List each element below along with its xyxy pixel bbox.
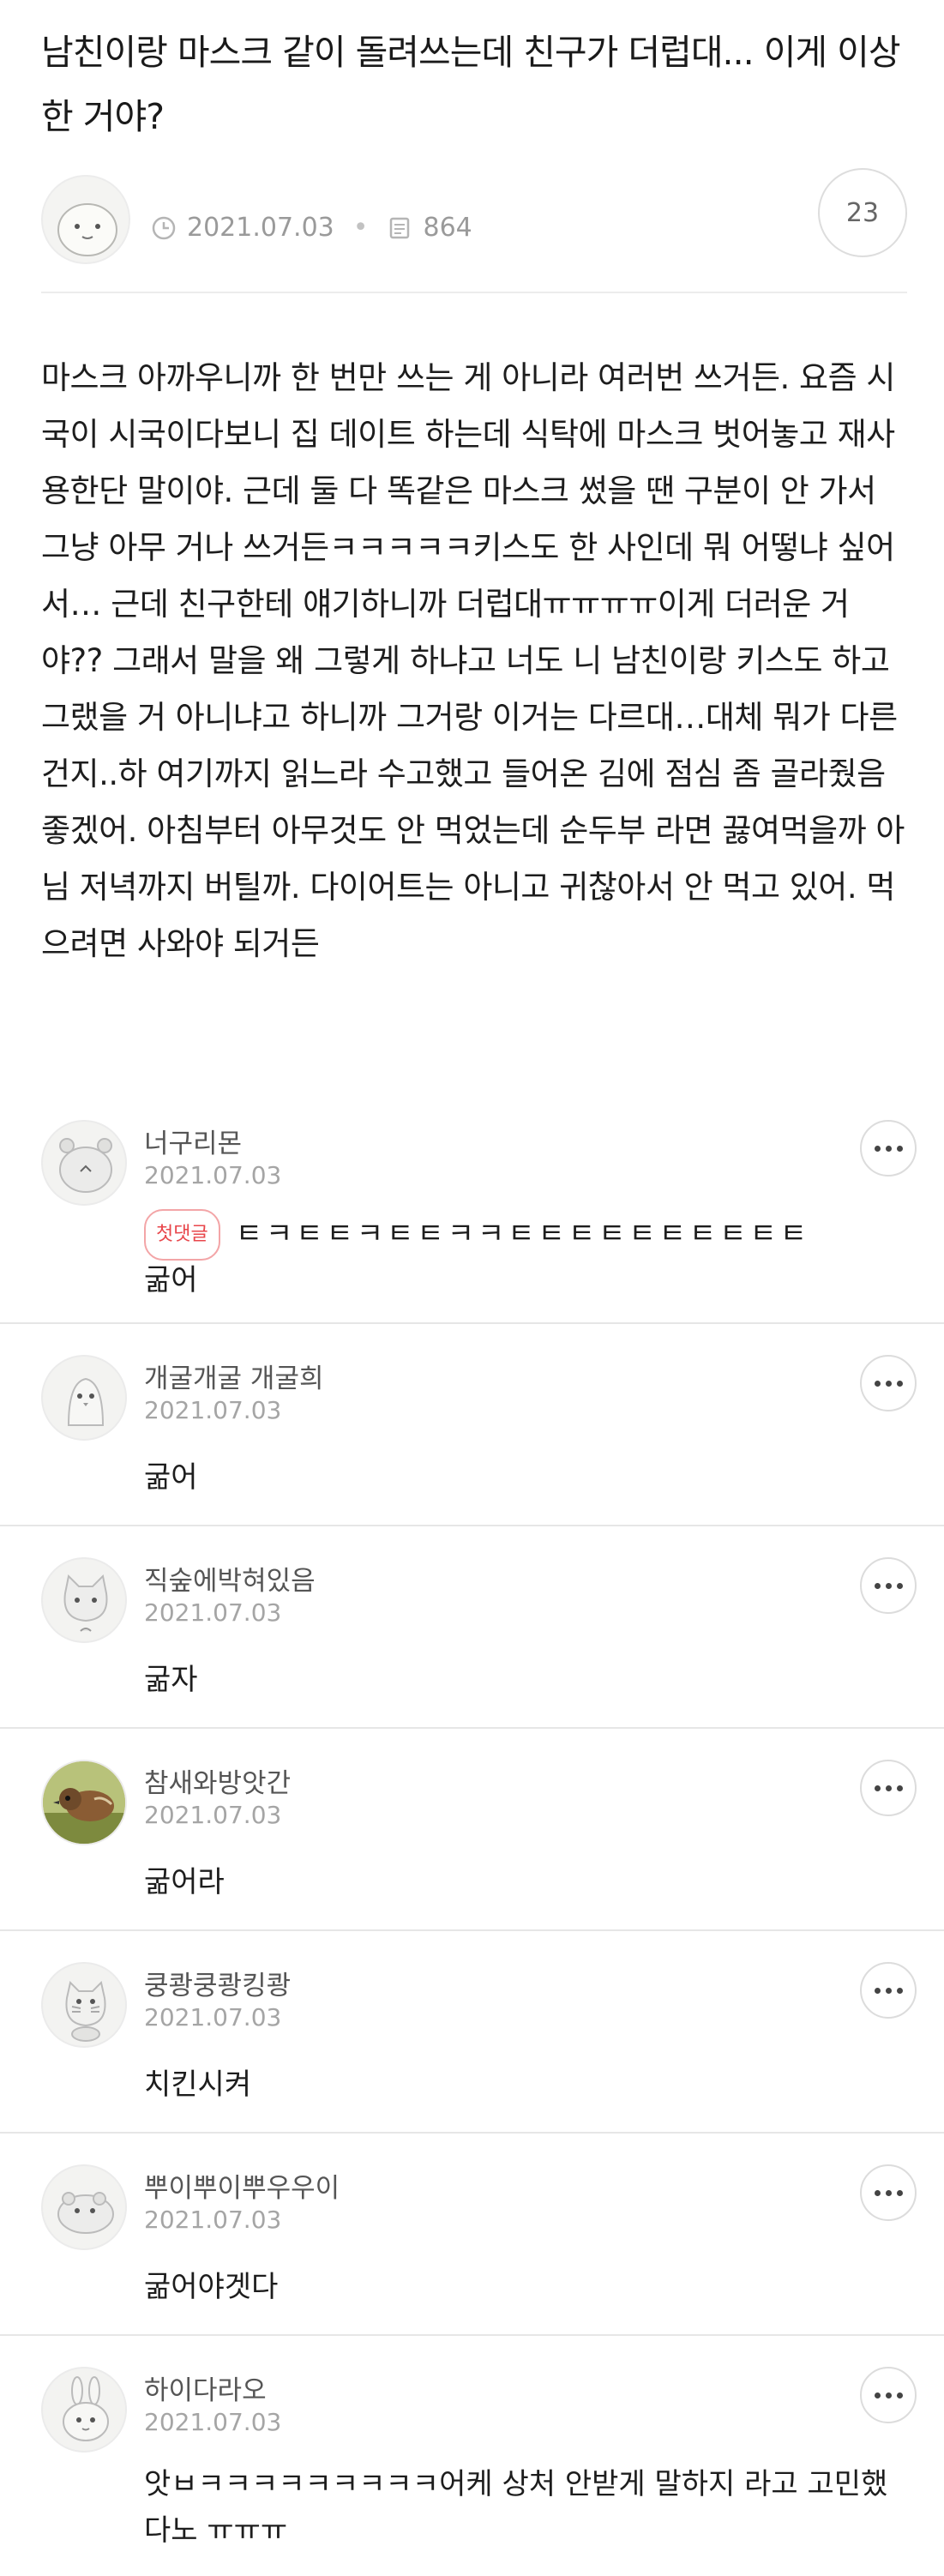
comment-date: 2021.07.03: [144, 1598, 282, 1627]
post-views: 864: [423, 213, 472, 243]
comment-text: 치킨시켜: [144, 2067, 252, 2102]
comment-author[interactable]: 쿵쾅쿵쾅킹쾅: [144, 1964, 291, 2002]
comment-date: 2021.07.03: [144, 1801, 282, 1829]
hamster-avatar[interactable]: [41, 2164, 127, 2250]
rabbit-avatar[interactable]: [41, 2367, 127, 2453]
comment-text: 굶어라: [144, 1865, 225, 1899]
squirrel-avatar[interactable]: [41, 1962, 127, 2048]
comment-item: 뿌이뿌이뿌우우이 2021.07.03 굶어야겟다: [0, 2134, 944, 2336]
views-icon: [387, 215, 412, 241]
raccoon-avatar[interactable]: [41, 1120, 127, 1206]
post-date: 2021.07.03: [187, 213, 334, 243]
more-options-button[interactable]: [860, 2367, 917, 2423]
meta-separator: •: [352, 213, 369, 243]
comment-date: 2021.07.03: [144, 2206, 282, 2234]
comment-text: 굶자: [144, 1663, 198, 1697]
comment-date: 2021.07.03: [144, 1161, 282, 1189]
comment-date: 2021.07.03: [144, 2408, 282, 2436]
more-options-button[interactable]: [860, 2164, 917, 2221]
comment-item: 하이다라오 2021.07.03 앗ㅂㅋㅋㅋㅋㅋㅋㅋㅋㅋ어케 상처 안받게 말하…: [0, 2336, 944, 2576]
comment-author[interactable]: 하이다라오: [144, 2368, 267, 2407]
comment-text: 굶어: [144, 1263, 198, 1297]
comment-date: 2021.07.03: [144, 1396, 282, 1424]
comment-item: 개굴개굴 개굴희 2021.07.03 굶어: [0, 1324, 944, 1526]
post-meta: 2021.07.03 • 864 23: [41, 168, 907, 264]
author-avatar[interactable]: [41, 175, 130, 264]
comment-author[interactable]: 참새와방앗간: [144, 1761, 291, 1800]
comment-list: 너구리몬 2021.07.03 첫댓글 ㅌㅋㅌㅌㅋㅌㅌㅋㅋㅌㅌㅌㅌㅌㅌㅌㅌㅌㅌ 굶…: [0, 1089, 944, 2576]
first-comment-badge: 첫댓글: [144, 1209, 220, 1261]
comment-date: 2021.07.03: [144, 2003, 282, 2031]
header-divider: [41, 292, 907, 293]
sparrow-photo-avatar[interactable]: [41, 1760, 127, 1845]
post-title: 남친이랑 마스크 같이 돌려쓰는데 친구가 더럽대... 이게 이상한 거야?: [41, 32, 901, 137]
cat-avatar[interactable]: [41, 1557, 127, 1643]
more-options-button[interactable]: [860, 1760, 917, 1816]
comment-author[interactable]: 뿌이뿌이뿌우우이: [144, 2166, 340, 2205]
comment-count-button[interactable]: 23: [818, 168, 907, 257]
comment-item: 쿵쾅쿵쾅킹쾅 2021.07.03 치킨시켜: [0, 1931, 944, 2134]
comment-item: 참새와방앗간 2021.07.03 굶어라: [0, 1729, 944, 1931]
post-body: 마스크 아까우니까 한 번만 쓰는 게 아니라 여러번 쓰거든. 요즘 시국이 …: [41, 359, 905, 962]
comment-author[interactable]: 직숲에박혀있음: [144, 1559, 316, 1598]
comment-author[interactable]: 개굴개굴 개굴희: [144, 1357, 324, 1395]
bird-avatar[interactable]: [41, 1355, 127, 1441]
more-options-button[interactable]: [860, 1120, 917, 1177]
comment-text: 앗ㅂㅋㅋㅋㅋㅋㅋㅋㅋㅋ어케 상처 안받게 말하지 라고 고민했다노 ㅠㅠㅠ: [144, 2467, 888, 2548]
comment-text: 굶어야겟다: [144, 2270, 279, 2304]
more-options-button[interactable]: [860, 1557, 917, 1614]
clock-icon: [151, 215, 177, 241]
comment-item: 너구리몬 2021.07.03 첫댓글 ㅌㅋㅌㅌㅋㅌㅌㅋㅋㅌㅌㅌㅌㅌㅌㅌㅌㅌㅌ 굶…: [0, 1089, 944, 1324]
comment-first-line: 첫댓글 ㅌㅋㅌㅌㅋㅌㅌㅋㅋㅌㅌㅌㅌㅌㅌㅌㅌㅌㅌ: [144, 1209, 899, 1261]
comment-author[interactable]: 너구리몬: [144, 1122, 242, 1160]
comment-item: 직숲에박혀있음 2021.07.03 굶자: [0, 1526, 944, 1729]
comment-text: 굶어: [144, 1460, 198, 1495]
more-options-button[interactable]: [860, 1355, 917, 1411]
more-options-button[interactable]: [860, 1962, 917, 2019]
